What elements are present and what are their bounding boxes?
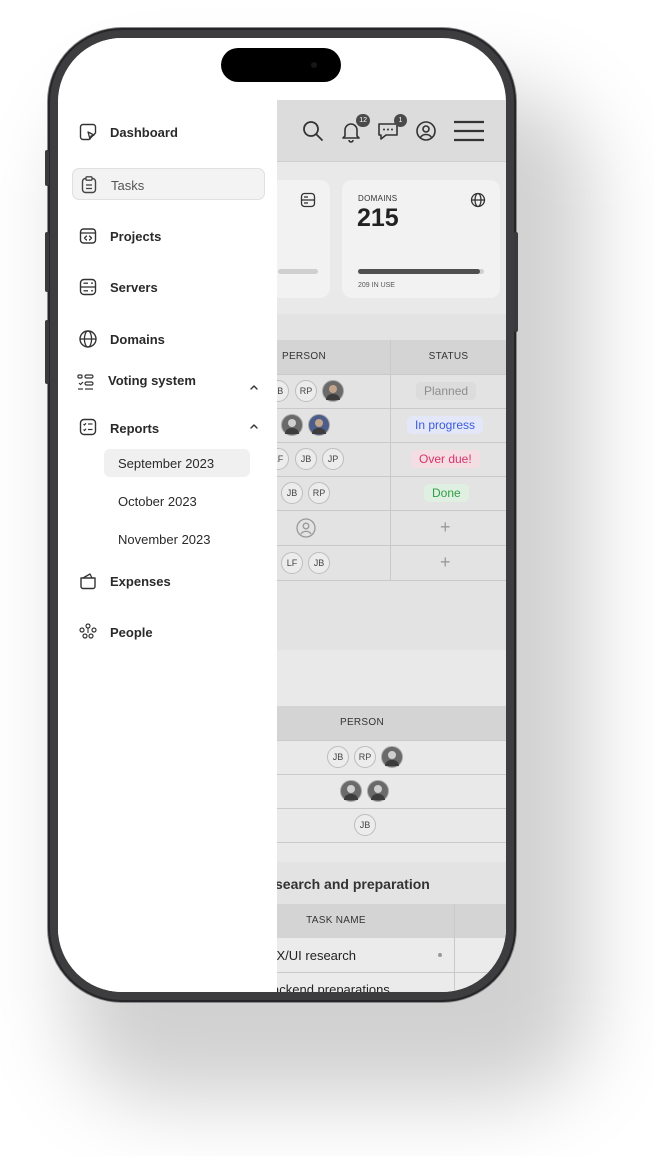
avatar[interactable]: JB [327, 746, 349, 768]
submenu-label: October 2023 [118, 494, 197, 509]
avatar-photo[interactable] [308, 414, 330, 436]
sidebar-item-label: Projects [110, 229, 162, 244]
side-button-power [514, 232, 518, 332]
sidebar-item-label: Servers [110, 280, 158, 295]
next-column-header [455, 904, 506, 938]
search-icon[interactable] [300, 118, 326, 144]
sidebar-item-label: Expenses [110, 574, 171, 589]
avatar[interactable]: JB [281, 482, 303, 504]
code-window-icon [79, 228, 97, 244]
sidebar-item-label: Tasks [111, 178, 145, 193]
sidebar-item-projects[interactable]: Projects [72, 220, 265, 252]
globe-icon [79, 330, 97, 348]
navigation-drawer: Dashboard Tasks Projects Servers Domains… [58, 38, 277, 992]
avatar-photo[interactable] [340, 780, 362, 802]
dashboard-icon [79, 123, 97, 141]
notifications-badge: 12 [356, 114, 370, 127]
submenu-label: November 2023 [118, 532, 211, 547]
avatar[interactable]: JB [295, 448, 317, 470]
section-title: search and preparation [275, 876, 430, 892]
avatar-photo[interactable] [322, 380, 344, 402]
left-card-progress [278, 269, 318, 274]
avatar[interactable]: LF [281, 552, 303, 574]
task-name[interactable]: JX/UI research [270, 948, 356, 963]
clipboard-icon [81, 176, 97, 194]
side-button-volume-down [45, 320, 49, 384]
add-status-button[interactable]: + [440, 517, 451, 538]
task-name[interactable]: ackend preparations [272, 982, 390, 992]
chevron-up-icon[interactable] [249, 421, 259, 431]
domains-usage-fill [358, 269, 481, 274]
phone-screen: 12 1 DOMAINS 215 209 IN USE PERSON STATU… [58, 38, 506, 992]
column-divider [454, 904, 455, 992]
domains-in-use: 209 IN USE [358, 282, 395, 289]
messages-button[interactable]: 1 [375, 114, 407, 144]
task-dot [438, 953, 442, 957]
sidebar-item-expenses[interactable]: Expenses [72, 565, 265, 597]
avatar[interactable]: RP [295, 380, 317, 402]
sidebar-item-label: Voting system [108, 373, 196, 388]
domains-label: DOMAINS [358, 194, 398, 203]
sidebar-item-label: Reports [110, 421, 160, 436]
menu-icon[interactable] [452, 118, 486, 144]
side-button-action [45, 150, 49, 186]
sidebar-item-servers[interactable]: Servers [72, 271, 265, 303]
sidebar-item-dashboard[interactable]: Dashboard [72, 116, 265, 148]
status-badge[interactable]: Done [424, 484, 469, 502]
wallet-icon [80, 573, 96, 590]
status-badge[interactable]: Planned [416, 382, 477, 400]
avatar[interactable]: JB [308, 552, 330, 574]
people-icon [79, 623, 97, 639]
domains-card: DOMAINS 215 209 IN USE [342, 180, 500, 298]
status-badge[interactable]: Over due! [411, 450, 480, 468]
status-column-header: STATUS [391, 340, 506, 374]
avatar[interactable]: JP [322, 448, 344, 470]
avatar-photo[interactable] [381, 746, 403, 768]
sidebar-item-label: People [110, 625, 153, 640]
reports-submenu-september[interactable]: September 2023 [104, 449, 250, 477]
submenu-label: September 2023 [118, 456, 215, 471]
sidebar-item-voting-system[interactable]: Voting system [72, 366, 265, 398]
reports-submenu-november[interactable]: November 2023 [104, 525, 250, 553]
camera-icon [311, 62, 317, 68]
server-icon [79, 278, 97, 296]
avatar[interactable]: RP [354, 746, 376, 768]
sidebar-item-people[interactable]: People [72, 616, 265, 648]
sidebar-item-tasks[interactable]: Tasks [72, 168, 265, 200]
sidebar-item-domains[interactable]: Domains [72, 323, 265, 355]
domains-count: 215 [357, 204, 399, 232]
globe-icon [470, 192, 486, 208]
sidebar-item-label: Domains [110, 332, 165, 347]
domains-usage-bar [358, 269, 484, 274]
column-divider [390, 340, 391, 580]
chevron-up-icon[interactable] [249, 382, 259, 392]
server-icon [300, 192, 316, 208]
add-person-icon[interactable] [295, 517, 317, 539]
sidebar-item-label: Dashboard [110, 125, 178, 140]
voting-icon [77, 374, 94, 390]
notifications-button[interactable]: 12 [338, 114, 370, 144]
dynamic-island [221, 48, 341, 82]
reports-submenu-october[interactable]: October 2023 [104, 487, 250, 515]
add-status-button[interactable]: + [440, 552, 451, 573]
side-button-volume-up [45, 232, 49, 292]
avatar[interactable]: JB [354, 814, 376, 836]
messages-badge: 1 [394, 114, 407, 127]
profile-icon[interactable] [413, 118, 439, 144]
sidebar-item-reports[interactable]: Reports [72, 411, 265, 443]
avatar-photo[interactable] [281, 414, 303, 436]
status-badge[interactable]: In progress [407, 416, 484, 434]
avatar[interactable]: RP [308, 482, 330, 504]
avatar-photo[interactable] [367, 780, 389, 802]
report-list-icon [79, 418, 97, 436]
